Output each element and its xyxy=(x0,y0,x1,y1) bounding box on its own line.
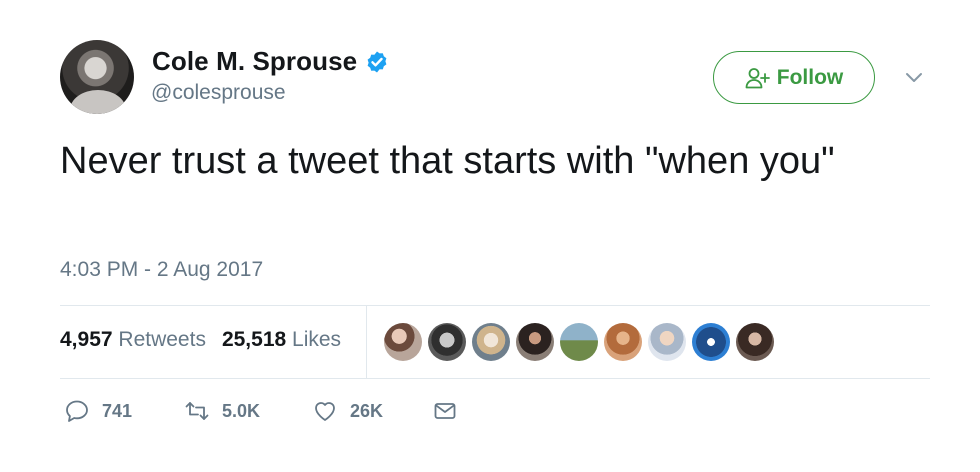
avatar-figure xyxy=(70,90,126,114)
reply-button[interactable]: 741 xyxy=(64,398,184,424)
chevron-down-icon[interactable] xyxy=(903,66,925,88)
divider-bottom xyxy=(60,378,930,379)
verified-badge-icon xyxy=(367,51,387,72)
liker-avatar[interactable] xyxy=(736,323,774,361)
retweets-stat[interactable]: 4,957 Retweets xyxy=(60,328,206,352)
follow-button[interactable]: Follow xyxy=(713,51,875,104)
stats-divider xyxy=(366,305,367,378)
engagement-stats: 4,957 Retweets 25,518 Likes xyxy=(60,328,341,352)
tweet-timestamp[interactable]: 4:03 PM - 2 Aug 2017 xyxy=(60,258,263,282)
tweet-text: Never trust a tweet that starts with "wh… xyxy=(60,140,835,182)
user-handle[interactable]: @colesprouse xyxy=(151,81,286,105)
retweet-icon xyxy=(185,402,209,420)
envelope-icon xyxy=(434,403,456,419)
liker-avatar[interactable] xyxy=(648,323,686,361)
reply-icon xyxy=(66,400,88,422)
liker-avatar[interactable] xyxy=(472,323,510,361)
follow-label: Follow xyxy=(776,65,844,89)
user-avatar[interactable] xyxy=(60,40,134,114)
retweet-count: 5.0K xyxy=(222,400,261,421)
user-name-row: Cole M. Sprouse xyxy=(152,46,389,77)
likes-stat[interactable]: 25,518 Likes xyxy=(222,328,341,352)
liker-avatar[interactable] xyxy=(604,323,642,361)
direct-message-button[interactable] xyxy=(432,398,458,424)
liker-avatar[interactable] xyxy=(428,323,466,361)
retweet-button[interactable]: 5.0K xyxy=(184,398,312,424)
user-name[interactable]: Cole M. Sprouse xyxy=(152,46,357,77)
divider-top xyxy=(60,305,930,306)
liker-avatar[interactable] xyxy=(384,323,422,361)
retweets-count: 4,957 xyxy=(60,328,113,351)
heart-icon xyxy=(315,402,335,421)
liker-avatar[interactable] xyxy=(692,323,730,361)
retweets-label: Retweets xyxy=(118,328,206,351)
liker-avatar[interactable] xyxy=(516,323,554,361)
likes-count: 25,518 xyxy=(221,328,287,351)
liker-avatar[interactable] xyxy=(560,323,598,361)
likes-label: Likes xyxy=(292,328,342,351)
reply-count: 741 xyxy=(102,400,133,421)
like-count: 26K xyxy=(350,400,384,421)
liker-avatars xyxy=(384,323,774,361)
like-button[interactable]: 26K xyxy=(312,398,432,424)
add-user-icon xyxy=(745,67,770,88)
tweet-actions: 741 5.0K 26K xyxy=(64,398,458,424)
